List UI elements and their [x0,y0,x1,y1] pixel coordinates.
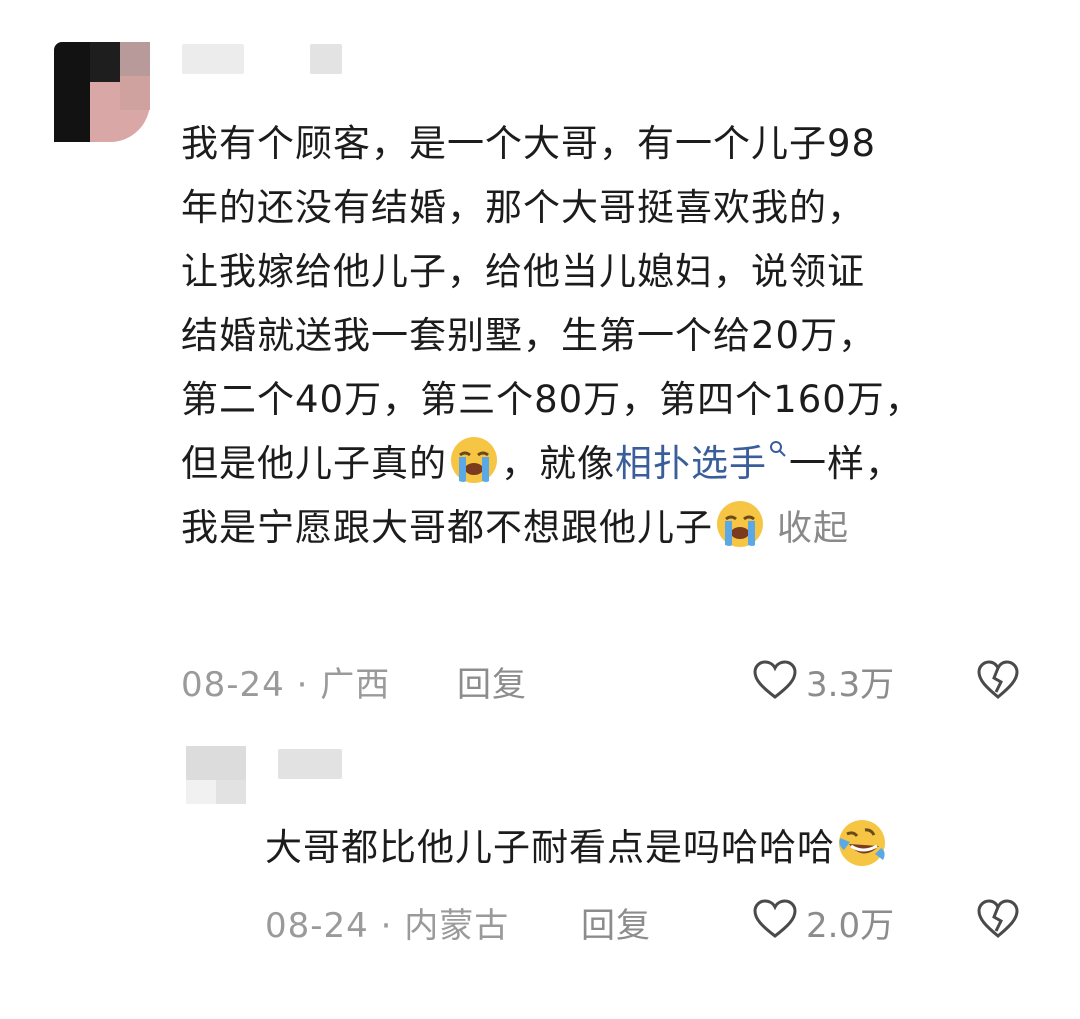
like-heart-icon[interactable] [752,660,798,700]
comment-line: 我有个顾客，是一个大哥，有一个儿子98 [181,122,877,165]
loudly-crying-emoji-icon [717,501,763,547]
username-blurred[interactable] [182,44,244,74]
reply-button[interactable]: 回复 [581,898,651,947]
comment-text[interactable]: 我有个顾客，是一个大哥，有一个儿子98 年的还没有结婚，那个大哥挺喜欢我的， 让… [181,112,1041,560]
username-blurred-part [310,44,342,74]
avatar[interactable] [54,42,150,142]
dislike-broken-heart-icon[interactable] [976,660,1020,700]
like-count: 2.0万 [806,906,895,946]
comment-text-segment: 我是宁愿跟大哥都不想跟他儿子 [181,506,713,549]
username-blurred[interactable] [278,749,342,779]
collapse-button[interactable]: 收起 [777,509,849,549]
loudly-crying-emoji-icon [451,437,497,483]
dislike-broken-heart-icon[interactable] [976,899,1020,939]
search-link[interactable]: 相扑选手 [615,442,767,485]
comment-text-segment: 但是他儿子真的 [181,442,447,485]
reply-text: 大哥都比他儿子耐看点是吗哈哈哈 [265,826,835,869]
comment-line: 让我嫁给他儿子，给他当儿媳妇，说领证 [181,250,865,293]
reply-comment-text[interactable]: 大哥都比他儿子耐看点是吗哈哈哈 [265,818,889,878]
comment-line: 结婚就送我一套别墅，生第一个给20万， [181,314,877,357]
comment-text-segment: 一样， [789,442,903,485]
reply-button[interactable]: 回复 [457,657,527,706]
like-heart-icon[interactable] [752,899,798,939]
comment-line: 年的还没有结婚，那个大哥挺喜欢我的， [181,186,865,229]
comment-line: 但是他儿子真的 ，就像相扑选手 一样， [181,432,1041,496]
comment-line: 我是宁愿跟大哥都不想跟他儿子 收起 [181,496,1041,560]
search-icon[interactable] [769,440,787,458]
comment-line: 第二个40万，第三个80万，第四个160万， [181,378,923,421]
rolling-laughing-emoji-icon [839,820,885,866]
comment-meta: 08-24 · 广西 [181,665,391,705]
comment-text-segment: ，就像 [501,442,615,485]
avatar[interactable] [186,746,246,804]
like-count: 3.3万 [806,665,895,705]
comment-meta: 08-24 · 内蒙古 [265,906,510,946]
